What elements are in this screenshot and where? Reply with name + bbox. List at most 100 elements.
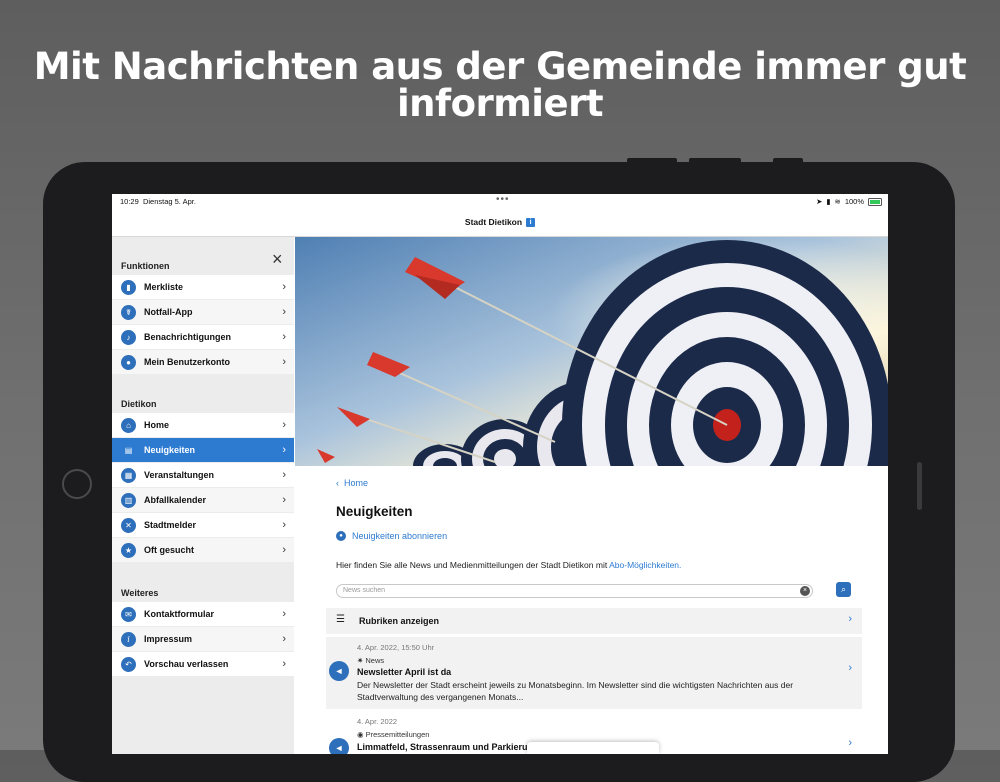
headline-line-1: Mit Nachrichten aus der Gemeinde immer g… [33, 45, 967, 88]
news-excerpt: Der Newsletter der Stadt erscheint jewei… [357, 680, 794, 702]
sidebar-item-label: Impressum [144, 634, 193, 644]
subscribe-link[interactable]: ● Neuigkeiten abonnieren [336, 531, 447, 541]
nav-bar: Stadt Dietikon i [112, 208, 888, 237]
news-icon: ▤ [124, 445, 133, 455]
chevron-right-icon: › [282, 356, 286, 368]
news-category: ✷ News [357, 656, 385, 665]
list-item[interactable]: 4. Apr. 2022, 15:50 Uhr ✷ News Newslette… [326, 637, 862, 709]
chevron-right-icon: › [282, 469, 286, 481]
info-icon: i [121, 631, 136, 647]
sidebar-item-veranstaltungen[interactable]: ▦ Veranstaltungen › [112, 463, 294, 487]
chevron-right-icon: › [282, 281, 286, 293]
user-icon: ● [121, 354, 136, 370]
trash-icon: ▥ [121, 492, 136, 508]
sidebar-item-label: Abfallkalender [144, 495, 207, 505]
sidebar-item-label: Merkliste [144, 282, 184, 292]
sidebar-item-home[interactable]: ⌂ Home › [112, 413, 294, 437]
sidebar-item-merkliste[interactable]: ▮ Merkliste › [112, 275, 294, 299]
chevron-right-icon: › [848, 737, 852, 749]
news-category: ◉ Pressemitteilungen [357, 730, 430, 739]
emergency-icon: ☤ [121, 304, 136, 320]
clear-icon[interactable]: × [800, 586, 810, 596]
sidebar-item-label: Notfall-App [144, 307, 193, 317]
rubriken-label: Rubriken anzeigen [359, 616, 440, 626]
rubriken-row[interactable]: ☰ Rubriken anzeigen › [326, 608, 862, 634]
star-icon: ★ [121, 542, 136, 558]
sidebar-item-benachrichtigungen[interactable]: ♪ Benachrichtigungen › [112, 325, 294, 349]
sidebar-item-vorschau-verlassen[interactable]: ↶ Vorschau verlassen › [112, 652, 294, 676]
sidebar-item-label: Mein Benutzerkonto [144, 357, 231, 367]
status-icons: ➤ ▮ ≋ 100% [816, 197, 882, 206]
promo-headline: Mit Nachrichten aus der Gemeinde immer g… [0, 48, 1000, 122]
bell-icon: ♪ [121, 329, 136, 345]
sidebar-item-benutzerkonto[interactable]: ● Mein Benutzerkonto › [112, 350, 294, 374]
intro-text: Hier finden Sie alle News und Medienmitt… [336, 560, 682, 570]
megaphone-icon: ◄ [329, 738, 349, 754]
chevron-right-icon: › [282, 444, 286, 456]
section-heading-weiteres: Weiteres [121, 588, 159, 598]
sidebar-item-oft-gesucht[interactable]: ★ Oft gesucht › [112, 538, 294, 562]
news-title: Newsletter April ist da [357, 667, 452, 677]
chevron-right-icon: › [282, 658, 286, 670]
sidebar-item-label: Kontaktformular [144, 609, 215, 619]
battery-icon [868, 197, 882, 206]
bell-icon: ● [336, 531, 346, 541]
chevron-right-icon: › [282, 519, 286, 531]
chevron-right-icon: › [282, 608, 286, 620]
search-icon: ⌕ [840, 584, 847, 594]
sidebar-item-kontaktformular[interactable]: ✉ Kontaktformular › [112, 602, 294, 626]
signal-icon: ▮ [826, 197, 831, 206]
search-button[interactable]: ⌕ [836, 582, 851, 597]
page-title: Neuigkeiten [336, 504, 413, 519]
search-placeholder: News suchen [343, 587, 386, 594]
headline-line-2: informiert [396, 82, 604, 125]
status-time: 10:29 Dienstag 5. Apr. [120, 197, 196, 206]
sidebar-item-label: Veranstaltungen [144, 470, 215, 480]
sidebar-item-abfallkalender[interactable]: ▥ Abfallkalender › [112, 488, 294, 512]
sidebar-item-neuigkeiten[interactable]: ▤ Neuigkeiten › [112, 438, 294, 462]
sidebar-item-label: Oft gesucht [144, 545, 195, 555]
sidebar-item-notfall-app[interactable]: ☤ Notfall-App › [112, 300, 294, 324]
list-icon: ☰ [336, 614, 345, 625]
close-icon[interactable]: × [272, 250, 283, 268]
megaphone-icon: ◄ [329, 661, 349, 681]
sidebar-item-label: Neuigkeiten [144, 445, 196, 455]
news-date: 4. Apr. 2022, 15:50 Uhr [357, 643, 435, 652]
multitask-dots[interactable]: ••• [496, 194, 510, 205]
calendar-icon: ▦ [121, 467, 136, 483]
chevron-right-icon: › [282, 633, 286, 645]
home-icon: ⌂ [121, 417, 136, 433]
bookmark-icon: ▮ [121, 279, 136, 295]
chevron-right-icon: › [848, 613, 852, 625]
sidebar-item-stadtmelder[interactable]: ✕ Stadtmelder › [112, 513, 294, 537]
sidebar-item-label: Benachrichtigungen [144, 332, 232, 342]
sidebar-item-label: Stadtmelder [144, 520, 197, 530]
tablet-screen: 10:29 Dienstag 5. Apr. ••• ➤ ▮ ≋ 100% St… [112, 194, 888, 754]
breadcrumb[interactable]: ‹ Home [336, 478, 368, 488]
tools-icon: ✕ [121, 517, 136, 533]
chevron-right-icon: › [282, 419, 286, 431]
sidebar-item-label: Home [144, 420, 170, 430]
front-camera-ring [62, 469, 92, 499]
sidebar: × Funktionen ▮ Merkliste › ☤ Notfall-App… [112, 237, 294, 754]
search-input[interactable]: News suchen × [336, 584, 813, 598]
bottom-toolbar [527, 742, 659, 754]
chevron-right-icon: › [282, 544, 286, 556]
subscribe-label: Neuigkeiten abonnieren [352, 531, 448, 541]
chevron-right-icon: › [282, 494, 286, 506]
device-side-button [917, 462, 922, 510]
chevron-right-icon: › [848, 662, 852, 674]
mail-icon: ✉ [121, 606, 136, 622]
chevron-right-icon: › [282, 331, 286, 343]
sidebar-item-impressum[interactable]: i Impressum › [112, 627, 294, 651]
abo-link[interactable]: Abo-Möglichkeiten. [609, 560, 681, 570]
back-arrow-icon: ↶ [121, 656, 136, 672]
news-date: 4. Apr. 2022 [357, 717, 398, 726]
battery-percent: 100% [844, 197, 864, 206]
info-icon[interactable]: i [526, 217, 536, 227]
wifi-icon: ≋ [834, 197, 841, 206]
section-heading-dietikon: Dietikon [121, 399, 157, 409]
chevron-right-icon: › [282, 306, 286, 318]
status-bar: 10:29 Dienstag 5. Apr. ••• ➤ ▮ ≋ 100% [112, 194, 888, 208]
hero-image-targets [295, 237, 888, 466]
